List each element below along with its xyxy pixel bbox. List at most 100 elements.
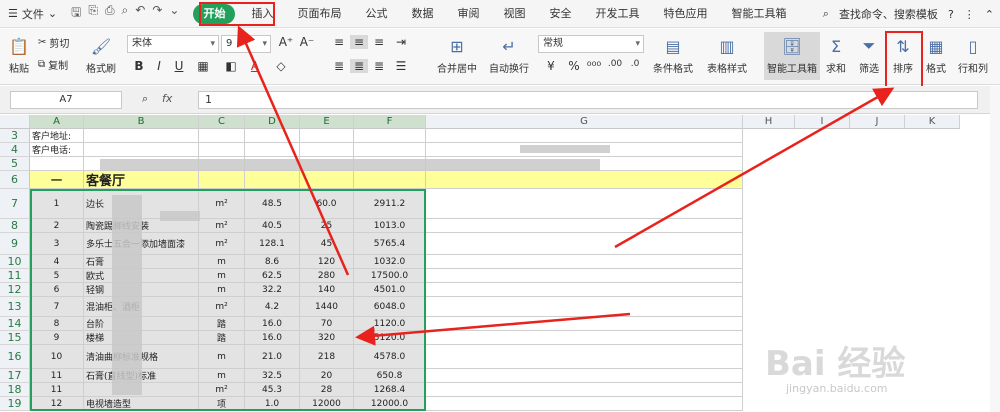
align-bottom-icon[interactable]: ≡ [370,35,388,49]
smart-toolbox-button[interactable]: 🗄 智能工具箱 [767,35,817,76]
table-cell[interactable] [426,255,743,269]
table-cell[interactable] [426,269,743,283]
table-cell[interactable]: 客户地址: [30,129,84,143]
table-cell[interactable] [426,369,743,383]
table-cell[interactable] [30,157,84,171]
file-menu[interactable]: ☰ 文件 ⌄ [0,6,65,22]
table-cell[interactable] [300,143,354,157]
select-all-corner[interactable] [0,115,30,129]
percent-icon[interactable]: % [565,59,583,73]
column-header-g[interactable]: G [426,115,743,129]
fill-color-icon[interactable]: ◧ [222,59,240,73]
undo-icon[interactable]: ↶ [135,3,145,24]
conditional-format-button[interactable]: ▤ 条件格式 [653,35,693,76]
column-header-h[interactable]: H [743,115,795,129]
table-cell[interactable] [300,171,354,189]
align-right-icon[interactable]: ≣ [370,59,388,73]
tab-review[interactable]: 审阅 [445,0,491,28]
table-cell[interactable] [426,189,743,219]
save-icon[interactable]: 🖫 [71,3,81,24]
table-cell[interactable] [426,283,743,297]
table-cell[interactable] [199,143,245,157]
row-header[interactable]: 3 [0,129,30,143]
column-header-j[interactable]: J [850,115,905,129]
table-cell[interactable] [199,171,245,189]
tab-data[interactable]: 数据 [399,0,445,28]
tab-security[interactable]: 安全 [537,0,583,28]
table-cell[interactable] [426,331,743,345]
row-col-button[interactable]: ▯ 行和列 [958,35,988,76]
thousands-icon[interactable]: ⁰⁰⁰ [585,59,603,73]
align-top-icon[interactable]: ≡ [330,35,348,49]
table-cell[interactable] [84,129,199,143]
font-size-select[interactable]: 9 [221,35,271,53]
row-header[interactable]: 4 [0,143,30,157]
table-cell[interactable] [245,129,300,143]
more-icon[interactable]: ⋮ [964,8,975,21]
tab-formulas[interactable]: 公式 [353,0,399,28]
row-header[interactable]: 19 [0,397,30,411]
row-header[interactable]: 13 [0,297,30,317]
filter-button[interactable]: ⏷ 筛选 [858,35,880,75]
zoom-icon[interactable]: ⌕ [142,92,148,106]
italic-icon[interactable]: I [150,59,168,73]
decrease-decimal-icon[interactable]: .0 [626,59,644,69]
search-commands[interactable]: 查找命令、搜索模板 [839,6,938,22]
align-center-icon[interactable]: ≣ [350,59,368,73]
increase-decimal-icon[interactable]: .00 [606,59,624,69]
table-cell[interactable]: 一 [30,171,84,189]
paste-button[interactable]: 📋 粘贴 [8,35,30,76]
table-cell[interactable] [426,171,743,189]
row-header[interactable]: 16 [0,345,30,369]
name-box[interactable]: A7 [10,91,122,109]
column-header-c[interactable]: C [199,115,245,129]
clear-icon[interactable]: ◇ [272,59,290,73]
bold-icon[interactable]: B [130,59,148,73]
row-header[interactable]: 18 [0,383,30,397]
table-cell[interactable] [426,317,743,331]
row-header[interactable]: 17 [0,369,30,383]
format-painter-button[interactable]: 🖌 格式刷 [86,35,116,76]
table-cell[interactable] [354,143,426,157]
wrap-text-button[interactable]: ↵ 自动换行 [489,35,529,76]
redo-icon[interactable]: ↷ [152,3,162,24]
column-header-b[interactable]: B [84,115,199,129]
tab-features[interactable]: 特色应用 [651,0,719,28]
column-header-d[interactable]: D [245,115,300,129]
row-header[interactable]: 15 [0,331,30,345]
indent-icon[interactable]: ⇥ [392,35,410,49]
row-header[interactable]: 11 [0,269,30,283]
row-header[interactable]: 5 [0,157,30,171]
table-cell[interactable] [426,297,743,317]
increase-font-icon[interactable]: A⁺ [277,35,295,49]
table-cell[interactable]: 客户电话: [30,143,84,157]
table-cell[interactable] [426,233,743,255]
distribute-icon[interactable]: ☰ [392,59,410,73]
column-header-k[interactable]: K [905,115,960,129]
tab-smart-toolbox[interactable]: 智能工具箱 [719,0,798,28]
table-cell[interactable] [245,143,300,157]
decrease-font-icon[interactable]: A⁻ [298,35,316,49]
align-middle-icon[interactable]: ≡ [350,35,368,49]
column-header-a[interactable]: A [30,115,84,129]
sum-button[interactable]: Σ 求和 [825,35,847,76]
table-cell[interactable]: 客餐厅 [84,171,199,189]
table-style-button[interactable]: ▥ 表格样式 [707,35,747,76]
table-cell[interactable] [426,383,743,397]
formula-input[interactable]: 1 [198,91,978,109]
font-color-icon[interactable]: A [246,59,264,73]
tab-view[interactable]: 视图 [491,0,537,28]
row-header[interactable]: 9 [0,233,30,255]
collapse-icon[interactable]: ⌃ [985,8,994,21]
underline-icon[interactable]: U [170,59,188,73]
tab-page-layout[interactable]: 页面布局 [285,0,353,28]
font-name-select[interactable]: 宋体 [127,35,219,53]
table-cell[interactable] [84,143,199,157]
cut-button[interactable]: ✂ 剪切 [38,35,69,50]
column-header-i[interactable]: I [795,115,850,129]
preview-icon[interactable]: ⌕ [122,3,129,24]
print-icon[interactable]: ⎙ [105,3,115,24]
table-cell[interactable] [426,219,743,233]
tab-developer[interactable]: 开发工具 [583,0,651,28]
table-cell[interactable] [426,345,743,369]
